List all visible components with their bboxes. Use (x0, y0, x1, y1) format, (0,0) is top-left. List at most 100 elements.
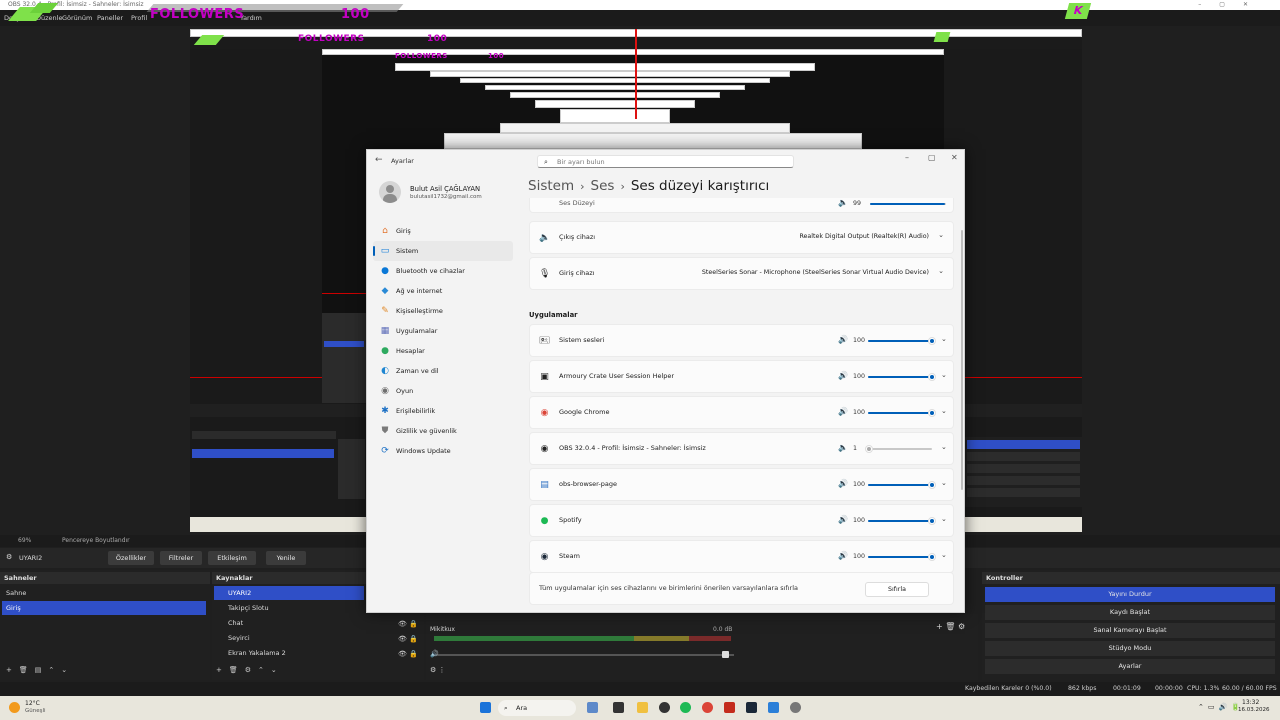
task-view-icon[interactable] (613, 702, 624, 713)
menu-paneller[interactable]: Paneller (97, 14, 123, 22)
virtual-cam-button[interactable]: Sanal Kamerayı Başlat (985, 623, 1275, 638)
mixer-options-icon[interactable]: ⚙ ⋮ (430, 666, 446, 674)
source-item[interactable]: Chat (214, 616, 364, 630)
source-item[interactable]: Seyirci (214, 631, 364, 645)
breadcrumb-ses[interactable]: Ses (591, 178, 615, 194)
scene-actions[interactable]: +🗑▤⌃⌄ (6, 666, 74, 674)
volume-thumb[interactable] (928, 337, 936, 345)
volume-thumb[interactable] (928, 373, 936, 381)
input-device-dropdown[interactable]: SteelSeries Sonar - Microphone (SteelSer… (702, 269, 929, 276)
visibility-lock-icons[interactable]: 👁 🔒 👁 🔒 👁 🔒 (398, 617, 418, 662)
app-volume-slider[interactable]: 🔊 100 ⌄ (838, 479, 948, 491)
reset-button[interactable]: Sıfırla (865, 582, 929, 597)
volume-track[interactable] (868, 517, 936, 525)
back-arrow-icon[interactable]: ← (375, 155, 383, 165)
widgets-icon[interactable] (587, 702, 598, 713)
volume-thumb[interactable] (928, 553, 936, 561)
nav-item-accessibility[interactable]: ✱ Erişilebilirlik (373, 401, 513, 421)
window-controls[interactable]: –▢✕ (1198, 0, 1266, 10)
zoom-level[interactable]: 69% (18, 535, 31, 547)
clock-time[interactable]: 13:32 (1242, 699, 1259, 706)
scene-item[interactable]: Giriş (2, 601, 206, 615)
armoury-icon[interactable] (724, 702, 735, 713)
mixer-add-icon[interactable]: + 🗑 ⚙ (936, 622, 965, 631)
file-explorer-icon[interactable] (637, 702, 648, 713)
app-volume-slider[interactable]: 🔊 100 ⌄ (838, 371, 948, 383)
stop-stream-button[interactable]: Yayını Durdur (985, 587, 1275, 602)
volume-track[interactable] (870, 203, 946, 205)
clock-date[interactable]: 16.03.2026 (1238, 707, 1270, 713)
chevron-down-icon[interactable]: ⌄ (938, 231, 944, 239)
speaker-icon[interactable]: 🔊 (838, 479, 848, 488)
nav-item-accounts[interactable]: ● Hesaplar (373, 341, 513, 361)
volume-thumb[interactable] (864, 445, 873, 453)
settings-app-icon[interactable] (790, 702, 801, 713)
nav-item-bluetooth[interactable]: ● Bluetooth ve cihazlar (373, 261, 513, 281)
app-volume-slider[interactable]: 🔊 100 ⌄ (838, 551, 948, 563)
source-actions[interactable]: +🗑⚙⌃⌄ (216, 666, 284, 674)
breadcrumb-sistem[interactable]: Sistem (528, 178, 574, 194)
speaker-icon[interactable]: 🔊 (430, 650, 439, 658)
volume-thumb[interactable] (928, 481, 936, 489)
source-item[interactable]: Ekran Yakalama 2 (214, 646, 364, 660)
nav-item-privacy[interactable]: ⛊ Gizlilik ve güvenlik (373, 421, 513, 441)
refresh-button[interactable]: Yenile (266, 551, 306, 565)
menu-gorunum[interactable]: Görünüm (62, 14, 92, 22)
app-volume-slider[interactable]: 🔊 100 ⌄ (838, 407, 948, 419)
minimize-icon[interactable]: – (905, 153, 909, 162)
nav-item-gaming[interactable]: ◉ Oyun (373, 381, 513, 401)
chevron-down-icon[interactable]: ⌄ (938, 267, 944, 275)
properties-button[interactable]: Özellikler (108, 551, 154, 565)
maximize-icon[interactable]: ▢ (928, 153, 936, 162)
volume-track[interactable] (868, 337, 936, 345)
scrollbar[interactable] (961, 230, 963, 490)
volume-thumb[interactable] (928, 517, 936, 525)
speaker-mute-icon[interactable]: 🔈 (838, 443, 848, 452)
volume-track[interactable] (868, 553, 936, 561)
chrome-icon[interactable] (702, 702, 713, 713)
app-volume-slider[interactable]: 🔈 1 ⌄ (838, 443, 948, 455)
start-record-button[interactable]: Kaydı Başlat (985, 605, 1275, 620)
studio-mode-button[interactable]: Stüdyo Modu (985, 641, 1275, 656)
speaker-icon[interactable]: 🔊 (838, 551, 848, 560)
settings-search[interactable]: ⌕ Bir ayarı bulun (537, 155, 794, 168)
nav-item-windows-update[interactable]: ⟳ Windows Update (373, 441, 513, 461)
speaker-icon[interactable]: 🔊 (838, 371, 848, 380)
mixer-fader[interactable] (434, 654, 734, 656)
nav-item-giris[interactable]: ⌂ Giriş (373, 221, 513, 241)
source-item[interactable]: Takipçi Slotu (214, 601, 364, 615)
output-device-dropdown[interactable]: Realtek Digital Output (Realtek(R) Audio… (799, 233, 929, 240)
app-volume-slider[interactable]: 🔊 100 ⌄ (838, 515, 948, 527)
menu-profil[interactable]: Profil (131, 14, 147, 22)
filters-button[interactable]: Filtreler (160, 551, 202, 565)
close-icon[interactable]: ✕ (951, 153, 958, 162)
interact-button[interactable]: Etkileşim (208, 551, 256, 565)
nav-item-time-language[interactable]: ◐ Zaman ve dil (373, 361, 513, 381)
volume-track[interactable] (868, 409, 936, 417)
volume-track[interactable] (864, 445, 932, 453)
app-icon[interactable] (768, 702, 779, 713)
volume-thumb[interactable] (928, 409, 936, 417)
speaker-icon[interactable]: 🔊 (838, 335, 848, 344)
windows-start-icon[interactable] (480, 702, 491, 713)
nav-item-personalization[interactable]: ✎ Kişiselleştirme (373, 301, 513, 321)
settings-button[interactable]: Ayarlar (985, 659, 1275, 674)
weather-temp[interactable]: 12°C (25, 700, 40, 707)
spotify-icon[interactable] (680, 702, 691, 713)
volume-track[interactable] (868, 481, 936, 489)
nav-item-network[interactable]: ◆ Ağ ve internet (373, 281, 513, 301)
nav-item-sistem[interactable]: ▭ Sistem (373, 241, 513, 261)
master-volume-slider[interactable]: 🔈 99 (838, 198, 948, 210)
fader-handle[interactable] (722, 651, 729, 658)
volume-track[interactable] (868, 373, 936, 381)
source-item[interactable]: UYARI2 (214, 586, 364, 600)
nav-item-apps[interactable]: ▦ Uygulamalar (373, 321, 513, 341)
speaker-icon[interactable]: 🔊 (838, 407, 848, 416)
obs-icon[interactable] (659, 702, 670, 713)
scene-item[interactable]: Sahne (2, 586, 206, 600)
steam-icon[interactable] (746, 702, 757, 713)
speaker-icon[interactable]: 🔊 (838, 515, 848, 524)
taskbar-search[interactable]: ⌕ Ara (498, 700, 576, 716)
scale-mode[interactable]: Pencereye Boyutlandır (62, 535, 130, 547)
app-volume-slider[interactable]: 🔊 100 ⌄ (838, 335, 948, 347)
